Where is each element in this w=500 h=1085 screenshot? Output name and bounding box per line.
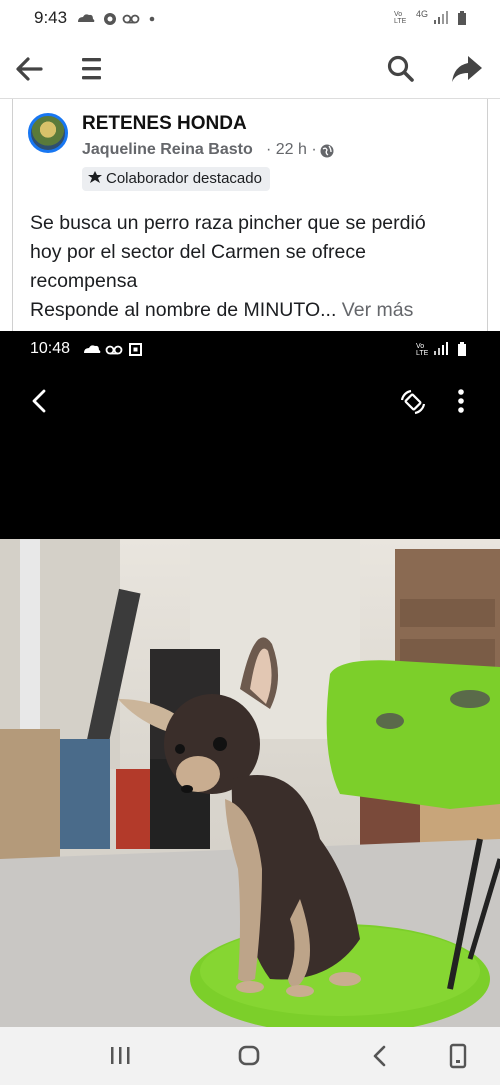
post-text-line: Se busca un perro raza pincher que se pe… xyxy=(30,212,426,234)
post-meta: · 22 h · xyxy=(266,141,317,158)
inner-volte-label: Vo LTE xyxy=(416,343,429,357)
post-text-line: Responde al nombre de MINUTO... xyxy=(30,299,337,321)
more-vertical-icon[interactable] xyxy=(452,387,470,417)
share-arrow-icon[interactable] xyxy=(450,54,484,84)
badge-star-icon xyxy=(88,171,102,183)
app-toolbar xyxy=(0,38,500,99)
see-more-link[interactable]: Ver más xyxy=(342,299,414,321)
badge-label: Colaborador destacado xyxy=(106,170,262,187)
post-text-line: recompensa xyxy=(30,270,138,292)
screenshot-icon[interactable] xyxy=(446,1042,470,1070)
group-avatar[interactable] xyxy=(28,113,68,153)
notification-icons xyxy=(78,13,155,25)
dog-photo xyxy=(0,539,500,1027)
network-label: 4G xyxy=(416,9,429,19)
viewer-back-icon[interactable] xyxy=(28,387,52,415)
group-name[interactable]: RETENES HONDA xyxy=(82,113,247,135)
inner-signal-battery-icons xyxy=(434,342,466,356)
inner-status-bar: 10:48 Vo LTE xyxy=(0,331,500,367)
recent-apps-icon[interactable] xyxy=(108,1044,134,1068)
auto-rotate-icon[interactable] xyxy=(398,387,428,417)
post-author[interactable]: Jaqueline Reina Basto xyxy=(82,141,253,159)
search-icon[interactable] xyxy=(386,54,416,84)
system-nav-bar xyxy=(0,1027,500,1085)
inner-notification-icons xyxy=(84,343,142,356)
home-icon[interactable] xyxy=(236,1042,264,1070)
post-card: RETENES HONDA Jaqueline Reina Basto · 22… xyxy=(0,99,500,331)
post-text: Se busca un perro raza pincher que se pe… xyxy=(30,209,470,325)
inner-status-time: 10:48 xyxy=(30,340,71,357)
post-text-line: hoy por el sector del Carmen se ofrece xyxy=(30,241,366,263)
arrow-left-icon[interactable] xyxy=(14,54,44,84)
dog-photo-illustration xyxy=(0,539,500,1027)
back-chevron-icon[interactable] xyxy=(368,1042,392,1070)
hamburger-icon[interactable] xyxy=(80,56,104,82)
status-bar: 9:43 Vo LTE 4G xyxy=(0,0,500,36)
status-time: 9:43 xyxy=(34,8,68,27)
post-photo[interactable]: 10:48 Vo LTE xyxy=(0,331,500,1027)
volte-label: Vo LTE xyxy=(394,11,407,25)
globe-icon xyxy=(320,144,334,158)
top-contributor-badge: Colaborador destacado xyxy=(82,167,270,191)
signal-battery-icons xyxy=(434,11,466,25)
